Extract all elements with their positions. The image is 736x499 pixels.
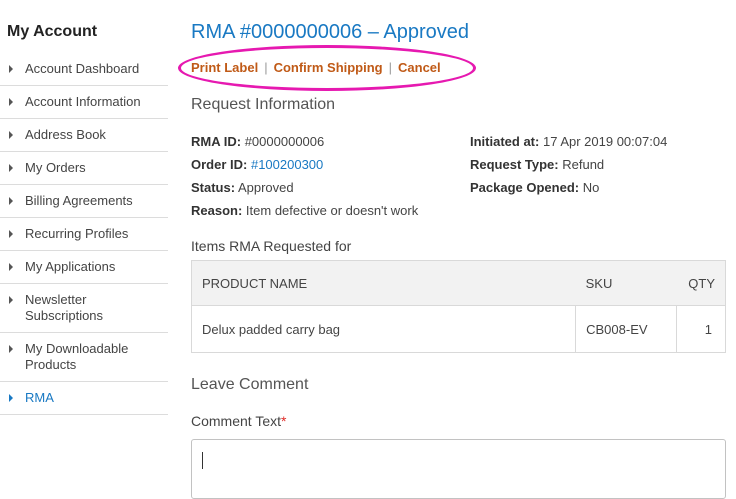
request-type-row: Request Type: Refund bbox=[470, 157, 604, 172]
package-opened-value: No bbox=[582, 180, 600, 195]
chevron-right-icon bbox=[9, 345, 13, 353]
chevron-right-icon bbox=[9, 263, 13, 271]
sidebar-item-my-orders[interactable]: My Orders bbox=[0, 152, 168, 185]
chevron-right-icon bbox=[9, 164, 13, 172]
table-header-row: PRODUCT NAME SKU QTY bbox=[190, 260, 726, 306]
comment-text-label: Comment Text* bbox=[191, 413, 286, 429]
rma-id-label: RMA ID: bbox=[191, 134, 242, 149]
rma-id-row: RMA ID: #0000000006 bbox=[191, 134, 324, 149]
sidebar-item-label: Recurring Profiles bbox=[25, 226, 129, 241]
order-id-link[interactable]: #100200300 bbox=[251, 157, 323, 172]
sidebar-item-label: My Orders bbox=[25, 160, 86, 175]
account-nav: Account Dashboard Account Information Ad… bbox=[0, 53, 168, 415]
confirm-shipping-link[interactable]: Confirm Shipping bbox=[274, 60, 383, 75]
sidebar-item-label: Address Book bbox=[25, 127, 106, 142]
sidebar-item-label: Account Dashboard bbox=[25, 61, 140, 76]
action-separator: | bbox=[388, 60, 393, 75]
rma-id-value: #0000000006 bbox=[244, 134, 325, 149]
column-header-product: PRODUCT NAME bbox=[190, 260, 576, 306]
action-separator: | bbox=[264, 60, 268, 75]
sidebar-item-label: Account Information bbox=[25, 94, 141, 109]
items-title: Items RMA Requested for bbox=[191, 238, 352, 254]
package-opened-row: Package Opened: No bbox=[470, 180, 599, 195]
chevron-right-icon bbox=[9, 98, 13, 106]
leave-comment-title: Leave Comment bbox=[191, 376, 309, 393]
chevron-right-icon bbox=[9, 65, 13, 73]
chevron-right-icon bbox=[9, 131, 13, 139]
order-id-row: Order ID: #100200300 bbox=[191, 157, 323, 172]
column-header-sku: SKU bbox=[575, 260, 677, 306]
cell-qty: 1 bbox=[676, 305, 726, 353]
status-label: Status: bbox=[191, 180, 236, 195]
required-mark: * bbox=[281, 413, 287, 429]
comment-label-text: Comment Text bbox=[191, 413, 281, 429]
status-value: Approved bbox=[237, 180, 294, 195]
cancel-link[interactable]: Cancel bbox=[398, 60, 441, 75]
sidebar-item-billing-agreements[interactable]: Billing Agreements bbox=[0, 185, 168, 218]
sidebar-item-address-book[interactable]: Address Book bbox=[0, 119, 168, 152]
sidebar-item-account-dashboard[interactable]: Account Dashboard bbox=[0, 53, 168, 86]
column-header-qty: QTY bbox=[676, 260, 726, 306]
reason-label: Reason: bbox=[191, 203, 243, 218]
sidebar-item-label: Newsletter Subscriptions bbox=[25, 292, 104, 323]
sidebar-item-newsletter-subscriptions[interactable]: Newsletter Subscriptions bbox=[0, 284, 168, 333]
rma-actions: Print Label | Confirm Shipping | Cancel bbox=[191, 60, 441, 75]
initiated-row: Initiated at: 17 Apr 2019 00:07:04 bbox=[470, 134, 667, 149]
reason-value: Item defective or doesn't work bbox=[245, 203, 419, 218]
initiated-value: 17 Apr 2019 00:07:04 bbox=[542, 134, 668, 149]
request-type-value: Refund bbox=[562, 157, 605, 172]
package-opened-label: Package Opened: bbox=[470, 180, 580, 195]
status-row: Status: Approved bbox=[191, 180, 294, 195]
reason-row: Reason: Item defective or doesn't work bbox=[191, 203, 418, 218]
initiated-label: Initiated at: bbox=[470, 134, 540, 149]
chevron-right-icon bbox=[9, 394, 13, 402]
sidebar-item-my-downloadable-products[interactable]: My Downloadable Products bbox=[0, 333, 168, 382]
sidebar-title: My Account bbox=[7, 23, 98, 40]
cell-product-name: Delux padded carry bag bbox=[190, 305, 577, 353]
page-title: RMA #0000000006 – Approved bbox=[191, 21, 469, 43]
text-caret bbox=[202, 452, 203, 469]
request-information-title: Request Information bbox=[191, 96, 336, 113]
sidebar-item-rma[interactable]: RMA bbox=[0, 382, 168, 415]
sidebar-item-label: My Downloadable Products bbox=[25, 341, 129, 372]
sidebar-item-label: Billing Agreements bbox=[25, 193, 133, 208]
sidebar-item-label: RMA bbox=[25, 390, 54, 405]
cell-sku: CB008-EV bbox=[575, 305, 677, 353]
chevron-right-icon bbox=[9, 197, 13, 205]
comment-textarea[interactable] bbox=[191, 439, 726, 499]
request-type-label: Request Type: bbox=[470, 157, 559, 172]
sidebar-item-label: My Applications bbox=[25, 259, 116, 274]
order-id-label: Order ID: bbox=[191, 157, 248, 172]
chevron-right-icon bbox=[9, 296, 13, 304]
sidebar-item-account-information[interactable]: Account Information bbox=[0, 86, 168, 119]
sidebar-item-my-applications[interactable]: My Applications bbox=[0, 251, 168, 284]
table-row: Delux padded carry bag CB008-EV 1 bbox=[190, 305, 726, 353]
sidebar-item-recurring-profiles[interactable]: Recurring Profiles bbox=[0, 218, 168, 251]
print-label-link[interactable]: Print Label bbox=[191, 60, 258, 75]
rma-items-table: PRODUCT NAME SKU QTY Delux padded carry … bbox=[190, 260, 726, 353]
chevron-right-icon bbox=[9, 230, 13, 238]
